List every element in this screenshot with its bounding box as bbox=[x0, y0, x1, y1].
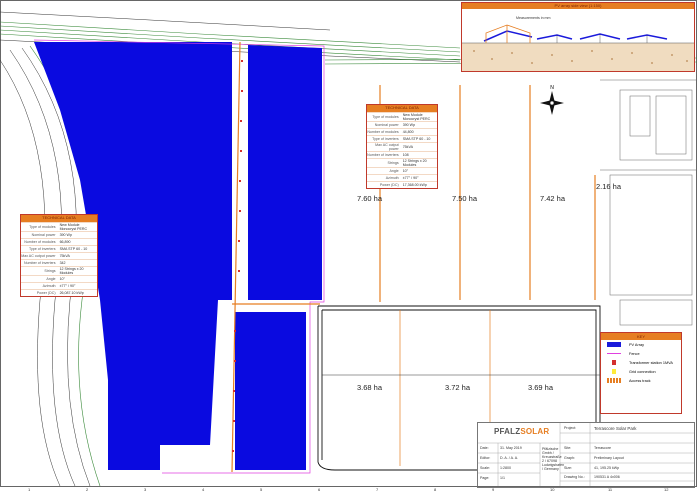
table-row: Nominal power 390 Wp bbox=[21, 230, 97, 238]
bottom-ruler: 1 2 3 4 5 6 7 8 9 10 11 12 bbox=[0, 486, 697, 493]
area-label: 3.69 ha bbox=[528, 383, 554, 392]
legend-swatch bbox=[607, 353, 621, 354]
legend-item: Grid connection bbox=[601, 367, 681, 376]
table-row: Azimuth ±77° / 90° bbox=[367, 174, 437, 181]
table-row: Type of modules New Module Monocryst PERC bbox=[367, 111, 437, 121]
right-side-lots bbox=[600, 79, 697, 326]
site-map: N bbox=[0, 0, 697, 487]
site-plan: N PV array side view (1:150) Measurement… bbox=[0, 0, 697, 493]
legend-swatch bbox=[612, 369, 616, 374]
title-block: PFALZSOLAR Project: Terrascore Solar Par… bbox=[477, 422, 695, 488]
table-row: Angle 10° bbox=[367, 167, 437, 174]
table-row: Power (DC) 17,368.00 kWp bbox=[367, 181, 437, 188]
legend-title: KEY bbox=[601, 333, 681, 340]
table-row: Type of modules New Module Monocryst PERC bbox=[21, 221, 97, 231]
legend-item: Access track bbox=[601, 376, 681, 385]
table-row: Type of inverters SMA STP 60 - 10 bbox=[367, 134, 437, 142]
area-label: 3.68 ha bbox=[357, 383, 383, 392]
tech-table-left: TECHNICAL DATA Type of modules New Module… bbox=[20, 214, 98, 298]
table-row: Max AC output power 75kVA bbox=[367, 141, 437, 151]
legend-swatch bbox=[607, 378, 621, 383]
table-row: Number of inverters 342 bbox=[21, 258, 97, 266]
legend-swatch bbox=[607, 342, 621, 347]
table-row: Strings 12 Strings x 20 Modules bbox=[367, 158, 437, 167]
table-row: Number of modules 44,800 bbox=[367, 127, 437, 135]
area-label: 3.72 ha bbox=[445, 383, 471, 392]
table-row: Number of modules 66,890 bbox=[21, 237, 97, 245]
legend-item: PV Array bbox=[601, 340, 681, 349]
side-view-drawing bbox=[462, 24, 694, 71]
north-arrow-icon: N bbox=[540, 85, 564, 115]
legend: KEY PV Array Fence Transformer station 1… bbox=[600, 332, 682, 414]
side-view-panel: PV array side view (1:150) Measurements … bbox=[461, 2, 695, 72]
legend-swatch bbox=[612, 360, 616, 365]
legend-item: Fence bbox=[601, 349, 681, 358]
table-row: Strings 12 Strings x 20 Modules bbox=[21, 265, 97, 275]
tech-table-right-title: TECHNICAL DATA bbox=[367, 105, 437, 112]
area-label: 2.16 ha bbox=[596, 182, 622, 191]
title-block-grid bbox=[478, 423, 694, 487]
tech-table-left-title: TECHNICAL DATA bbox=[21, 215, 97, 222]
table-row: Max AC output power 75kVA bbox=[21, 251, 97, 259]
svg-text:N: N bbox=[550, 85, 554, 91]
area-label: 7.42 ha bbox=[540, 194, 566, 203]
table-row: Azimuth ±77° / 90° bbox=[21, 282, 97, 289]
area-label: 7.60 ha bbox=[357, 194, 383, 203]
pv-array-right bbox=[235, 45, 322, 470]
table-row: Type of inverters SMA STP 60 - 10 bbox=[21, 244, 97, 252]
table-row: Number of inverters 108 bbox=[367, 151, 437, 158]
table-row: Power (DC) 26,087.10 kWp bbox=[21, 289, 97, 296]
table-row: Angle 10° bbox=[21, 275, 97, 282]
table-row: Nominal power 390 Wp bbox=[367, 120, 437, 128]
tech-table-right: TECHNICAL DATA Type of modules New Module… bbox=[366, 104, 438, 190]
legend-item: Transformer station 1MVA bbox=[601, 358, 681, 367]
area-label: 7.50 ha bbox=[452, 194, 478, 203]
